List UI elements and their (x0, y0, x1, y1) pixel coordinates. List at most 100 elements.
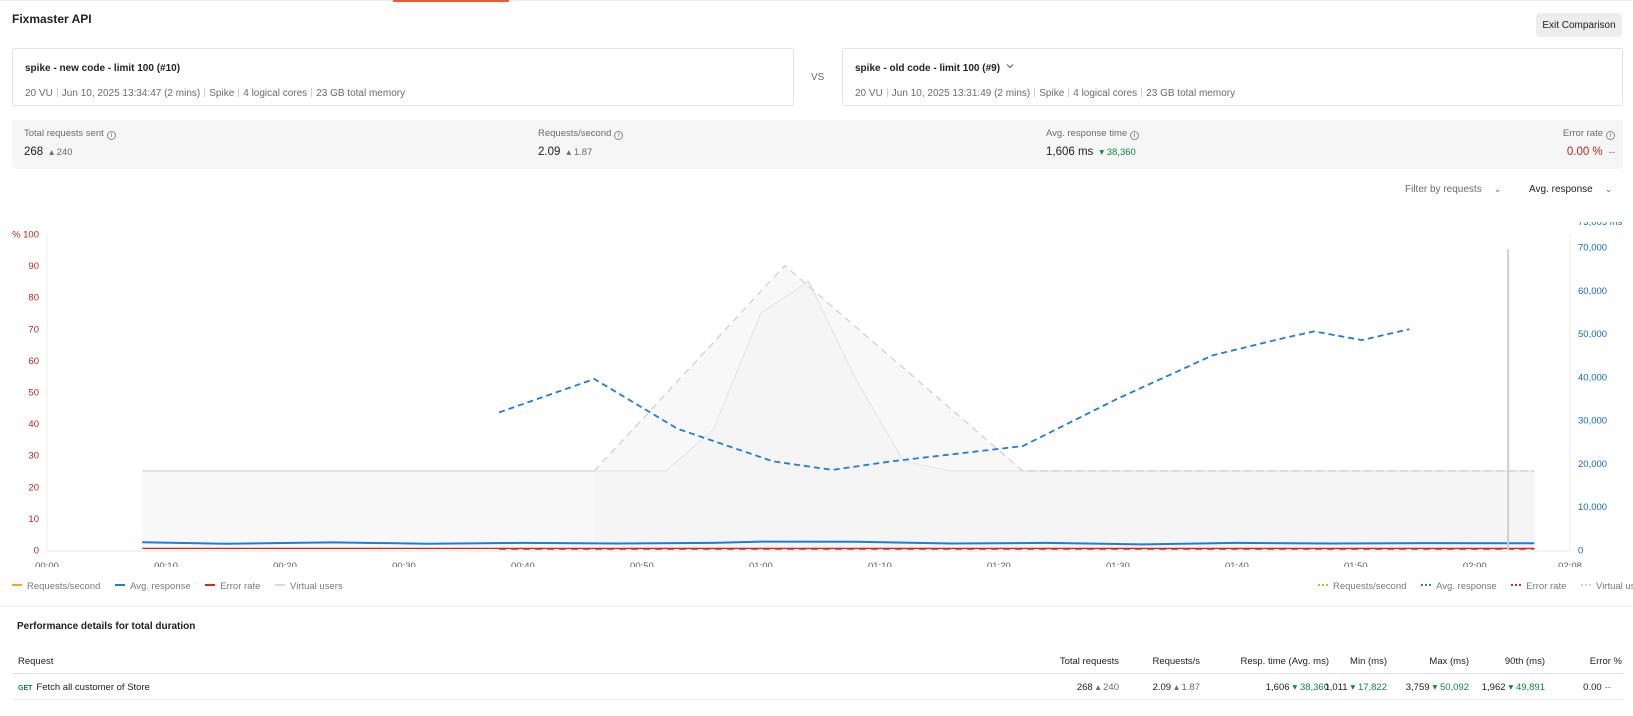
legend-current-run: Requests/second Avg. response Error rate… (12, 581, 355, 592)
summary-metrics: Total requests sent i 268 ▴ 240 Requests/s… (12, 120, 1623, 169)
metric-label: Requests/second (538, 128, 612, 139)
active-tab-indicator (393, 0, 509, 2)
run-cores: 4 logical cores (243, 88, 308, 99)
chevron-down-icon: ⌄ (1604, 184, 1613, 194)
metric-select-label: Avg. response (1529, 184, 1593, 195)
x-axis-tick-label: 01:00 (749, 561, 773, 567)
col-error[interactable]: Error % (1590, 656, 1622, 667)
right-axis-tick-label: 10,000 (1578, 502, 1607, 513)
run-name-current: spike - new code - limit 100 (#10) (25, 63, 181, 74)
info-icon[interactable]: i (106, 131, 116, 140)
run-card-current: spike - new code - limit 100 (#10) 20 VU… (12, 48, 794, 106)
metric-select-dropdown[interactable]: Avg. response ⌄ (1529, 184, 1612, 195)
left-axis-tick-label: 60 (28, 356, 39, 367)
right-axis-tick-label: 20,000 (1578, 459, 1607, 470)
run-vu: 20 VU (855, 88, 883, 99)
request-name: Fetch all customer of Store (36, 682, 150, 693)
legend-item-error-rate[interactable]: Error rate (1511, 581, 1566, 592)
legend-item-virtual-users[interactable]: Virtual users (1581, 581, 1633, 592)
right-axis-tick-label: 70,000 (1578, 243, 1607, 254)
metric-requests-per-second: Requests/second i 2.09 ▴ 1.87 (538, 128, 624, 158)
metric-total-requests: Total requests sent i 268 ▴ 240 (24, 128, 116, 158)
details-title: Performance details for total duration (17, 621, 196, 632)
col-request[interactable]: Request (18, 656, 53, 667)
metric-label: Error rate (1562, 128, 1603, 139)
metric-error-rate: Error rate i 0.00 % -- (1563, 128, 1615, 158)
table-row[interactable]: GET Fetch all customer of Store 268 ▴ 240 … (12, 678, 1623, 700)
metric-value: 1,606 ms (1046, 146, 1094, 158)
col-requests-per-second[interactable]: Requests/s (1152, 656, 1200, 667)
meta-separator (1141, 88, 1143, 97)
meta-separator (56, 88, 58, 97)
chevron-down-icon[interactable] (1005, 61, 1015, 74)
exit-comparison-button[interactable]: Exit Comparison (1536, 13, 1622, 37)
metric-value: 2.09 (538, 146, 561, 158)
metric-delta: ▾ 38,360 (1099, 147, 1136, 158)
legend-item-avg-response[interactable]: Avg. response (115, 581, 191, 592)
x-axis-tick-label: 00:30 (392, 561, 416, 567)
x-axis-tick-label: 01:50 (1344, 561, 1368, 567)
right-axis-tick-label: 30,000 (1578, 416, 1607, 427)
col-total-requests[interactable]: Total requests (1060, 656, 1119, 667)
run-cores: 4 logical cores (1073, 88, 1138, 99)
error-cell: 0.00 -- (1583, 682, 1611, 693)
chevron-down-icon: ⌄ (1493, 184, 1502, 194)
meta-separator (1068, 88, 1070, 97)
left-axis-tick-label: 0 (34, 546, 39, 557)
run-meta-comparison: 20 VU Jun 10, 2025 13:31:49 (2 mins) Spike… (855, 88, 1235, 99)
left-axis-tick-label: 20 (28, 482, 39, 493)
legend-item-virtual-users[interactable]: Virtual users (275, 581, 343, 592)
run-meta-current: 20 VU Jun 10, 2025 13:34:47 (2 mins) Spike… (25, 88, 405, 99)
legend-item-requests-per-second[interactable]: Requests/second (1318, 581, 1406, 592)
x-axis-tick-label: 00:50 (630, 561, 654, 567)
left-axis-tick-label: 90 (28, 261, 39, 272)
info-icon[interactable]: i (1130, 131, 1140, 140)
left-axis-tick-label: 80 (28, 293, 39, 304)
filter-requests-label: Filter by requests (1405, 184, 1482, 195)
top-divider (0, 0, 1633, 1)
run-name-comparison: spike - old code - limit 100 (#9) (855, 63, 1001, 74)
p90-cell: 1,962 ▾ 49,891 (1481, 682, 1545, 693)
x-axis-tick-label: 01:40 (1225, 561, 1249, 567)
legend-item-requests-per-second[interactable]: Requests/second (12, 581, 100, 592)
metric-delta: ▴ 240 (49, 147, 73, 158)
col-max[interactable]: Max (ms) (1429, 656, 1469, 667)
x-axis-tick-label: 00:20 (273, 561, 297, 567)
vs-label: VS (811, 72, 825, 83)
col-p90[interactable]: 90th (ms) (1505, 656, 1545, 667)
legend-item-avg-response[interactable]: Avg. response (1421, 581, 1497, 592)
left-axis-tick-label: 40 (28, 419, 39, 430)
performance-chart[interactable]: 0 10 20 30 40 50 60 70 80 90 % 100 0 10,000 20,000 30,… (0, 222, 1633, 567)
x-axis-tick-label: 01:20 (987, 561, 1011, 567)
info-icon[interactable]: i (614, 131, 624, 140)
x-axis-tick-label: 00:40 (511, 561, 535, 567)
left-axis-tick-label: % 100 (12, 230, 39, 241)
metric-avg-response-time: Avg. response time i 1,606 ms ▾ 38,360 (1046, 128, 1140, 158)
series-area-virtual-users-comparison (594, 265, 1535, 550)
run-profile: Spike (1039, 88, 1065, 99)
x-axis-tick-label: 01:30 (1106, 561, 1130, 567)
metric-label: Avg. response time (1046, 128, 1128, 139)
right-axis-tick-label: 40,000 (1578, 372, 1607, 383)
legend-item-error-rate[interactable]: Error rate (205, 581, 260, 592)
method-badge: GET (18, 685, 33, 692)
right-axis-tick-label: 60,000 (1578, 286, 1607, 297)
left-axis-tick-label: 70 (28, 324, 39, 335)
requests-per-second-cell: 2.09 ▴ 1.87 (1152, 682, 1200, 693)
page-title: Fixmaster API (12, 12, 92, 26)
filter-requests-dropdown[interactable]: Filter by requests ⌄ (1405, 184, 1501, 195)
run-date: Jun 10, 2025 13:31:49 (2 mins) (891, 88, 1031, 99)
info-icon[interactable]: i (1606, 131, 1615, 140)
x-axis-tick-label: 02:00 (1463, 561, 1487, 567)
run-card-comparison[interactable]: spike - old code - limit 100 (#9) 20 VU J… (842, 48, 1623, 106)
request-cell: GET Fetch all customer of Store (18, 682, 150, 693)
metric-label: Total requests sent (24, 128, 104, 139)
right-axis-max-label: 73,005 ms (1578, 222, 1623, 228)
x-axis-tick-label: 01:10 (868, 561, 892, 567)
col-min[interactable]: Min (ms) (1350, 656, 1387, 667)
metric-delta: ▴ 1.87 (566, 147, 593, 158)
run-date: Jun 10, 2025 13:34:47 (2 mins) (61, 88, 201, 99)
run-profile: Spike (209, 88, 235, 99)
col-response-time[interactable]: Resp. time (Avg. ms) (1240, 656, 1329, 667)
x-axis-tick-label: 00:00 (35, 561, 59, 567)
